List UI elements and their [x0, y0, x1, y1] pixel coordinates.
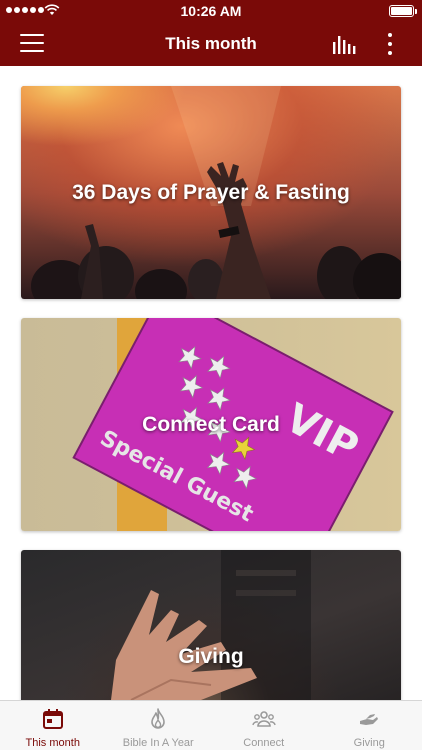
nav-bar: This month	[0, 22, 422, 66]
people-icon	[252, 711, 276, 727]
tab-label: Bible In A Year	[122, 737, 194, 749]
card-title: 36 Days of Prayer & Fasting	[72, 180, 350, 204]
tab-connect[interactable]: Connect	[211, 701, 317, 750]
card-title: Connect Card	[142, 412, 280, 436]
page-title: This month	[165, 34, 257, 53]
prayer-fasting-card[interactable]: 36 Days of Prayer & Fasting	[21, 86, 401, 299]
tab-this-month[interactable]: This month	[0, 701, 106, 750]
tab-label: This month	[25, 737, 80, 749]
more-vertical-icon[interactable]	[380, 32, 400, 56]
battery-icon	[389, 5, 417, 17]
tab-giving[interactable]: Giving	[317, 701, 422, 750]
bar-chart-icon[interactable]	[332, 34, 358, 54]
status-time: 10:26 AM	[180, 3, 242, 19]
status-bar: 10:26 AM	[0, 0, 422, 22]
card-title: Giving	[178, 644, 244, 668]
giving-card[interactable]: Giving	[21, 550, 401, 700]
tab-label: Giving	[353, 737, 385, 749]
tab-bible-in-a-year[interactable]: Bible In A Year	[106, 701, 212, 750]
tab-label: Connect	[243, 737, 285, 749]
content-list: 36 Days of Prayer & Fasting VIP Special …	[0, 66, 422, 700]
open-hand-image	[21, 550, 401, 700]
giving-hand-icon	[360, 714, 379, 725]
connect-card[interactable]: VIP Special Guest Connect Card	[21, 318, 401, 531]
flame-icon	[151, 708, 166, 729]
calendar-icon	[42, 709, 63, 729]
tab-bar: This month Bible In A Year Connect Givin…	[0, 700, 422, 750]
